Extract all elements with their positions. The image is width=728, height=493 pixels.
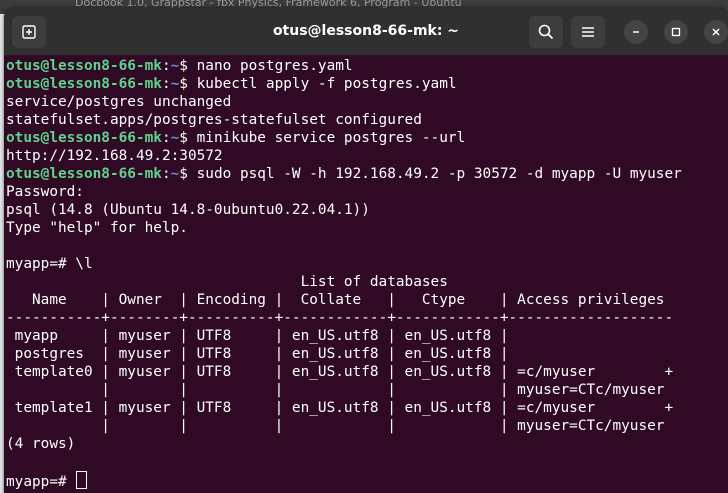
command-line: otus@lesson8-66-mk:~$ nano postgres.yaml [6, 57, 724, 75]
output-text: template0 | myuser | UTF8 | en_US.utf8 |… [6, 364, 674, 380]
output-text: | | | | | myuser=CTc/myuser [6, 418, 665, 434]
output-line: | | | | | myuser=CTc/myuser [6, 381, 724, 399]
text-cursor [76, 471, 88, 489]
menu-icon [582, 27, 594, 37]
output-text: Type "help" for help. [6, 220, 188, 236]
minimize-button[interactable] [624, 20, 648, 44]
output-text: myapp | myuser | UTF8 | en_US.utf8 | en_… [6, 328, 509, 344]
search-button[interactable] [529, 16, 563, 48]
prompt-symbol: $ [179, 130, 197, 146]
output-line: http://192.168.49.2:30572 [6, 147, 724, 165]
prompt-path: ~ [170, 76, 180, 92]
prompt-separator: : [161, 58, 171, 74]
prompt-user-host: otus@lesson8-66-mk [6, 76, 162, 92]
output-line: | | | | | myuser=CTc/myuser [6, 417, 724, 435]
prompt-path: ~ [170, 130, 180, 146]
prompt-separator: : [161, 130, 171, 146]
maximize-button[interactable] [664, 20, 688, 44]
output-text: statefulset.apps/postgres-statefulset co… [6, 112, 422, 128]
command-line: otus@lesson8-66-mk:~$ sudo psql -W -h 19… [6, 165, 724, 183]
output-text: List of databases [6, 274, 448, 290]
command-line: otus@lesson8-66-mk:~$ kubectl apply -f p… [6, 75, 724, 93]
command-text: sudo psql -W -h 192.168.49.2 -p 30572 -d… [196, 166, 682, 182]
output-text: myapp=# \l [6, 256, 93, 272]
terminal-window: otus@lesson8-66-mk: ~ otus@lesson8-66-mk… [4, 8, 728, 493]
prompt-user-host: otus@lesson8-66-mk [6, 166, 162, 182]
prompt-user-host: otus@lesson8-66-mk [6, 130, 162, 146]
output-line: myapp=# \l [6, 255, 724, 273]
close-icon [712, 28, 720, 36]
command-line: myapp=# [6, 471, 724, 490]
search-icon [538, 24, 554, 40]
output-line: service/postgres unchanged [6, 93, 724, 111]
output-text: psql (14.8 (Ubuntu 14.8-0ubuntu0.22.04.1… [6, 202, 370, 218]
output-line: Name | Owner | Encoding | Collate | Ctyp… [6, 291, 724, 309]
prompt-symbol: $ [179, 166, 197, 182]
command-text: nano postgres.yaml [196, 58, 353, 74]
output-line: Password: [6, 183, 724, 201]
output-text: service/postgres unchanged [6, 94, 232, 110]
prompt-separator: : [161, 166, 171, 182]
prompt-path: ~ [170, 166, 180, 182]
output-line: statefulset.apps/postgres-statefulset co… [6, 111, 724, 129]
prompt-user-host: otus@lesson8-66-mk [6, 58, 162, 74]
maximize-icon [671, 27, 681, 37]
command-text: minikube service postgres --url [196, 130, 466, 146]
output-text: postgres | myuser | UTF8 | en_US.utf8 | … [6, 346, 509, 362]
prompt-separator: : [161, 76, 171, 92]
close-button[interactable] [704, 20, 728, 44]
prompt-symbol: $ [179, 76, 197, 92]
terminal-output[interactable]: otus@lesson8-66-mk:~$ nano postgres.yaml… [6, 57, 724, 493]
output-line: template1 | myuser | UTF8 | en_US.utf8 |… [6, 399, 724, 417]
title-bar[interactable]: otus@lesson8-66-mk: ~ [4, 8, 728, 55]
output-text: (4 rows) [6, 436, 76, 452]
output-text: | | | | | myuser=CTc/myuser [6, 382, 665, 398]
command-line: otus@lesson8-66-mk:~$ minikube service p… [6, 129, 724, 147]
output-text: Password: [6, 184, 84, 200]
output-line: (4 rows) [6, 435, 724, 453]
output-line: psql (14.8 (Ubuntu 14.8-0ubuntu0.22.04.1… [6, 201, 724, 219]
output-line: -----------+--------+----------+--------… [6, 309, 724, 327]
prompt-symbol: $ [179, 58, 197, 74]
command-text: kubectl apply -f postgres.yaml [196, 76, 457, 92]
window-title: otus@lesson8-66-mk: ~ [272, 23, 460, 39]
output-line: template0 | myuser | UTF8 | en_US.utf8 |… [6, 363, 724, 381]
prompt-path: ~ [170, 58, 180, 74]
output-text: http://192.168.49.2:30572 [6, 148, 223, 164]
output-line: List of databases [6, 273, 724, 291]
output-line: postgres | myuser | UTF8 | en_US.utf8 | … [6, 345, 724, 363]
output-text: template1 | myuser | UTF8 | en_US.utf8 |… [6, 400, 674, 416]
output-line: myapp | myuser | UTF8 | en_US.utf8 | en_… [6, 327, 724, 345]
output-text: -----------+--------+----------+--------… [6, 310, 674, 326]
output-line: Type "help" for help. [6, 219, 724, 237]
output-text: Name | Owner | Encoding | Collate | Ctyp… [6, 292, 665, 308]
command-text: myapp=# [6, 474, 76, 490]
menu-button[interactable] [571, 16, 605, 48]
minimize-icon [633, 31, 639, 33]
